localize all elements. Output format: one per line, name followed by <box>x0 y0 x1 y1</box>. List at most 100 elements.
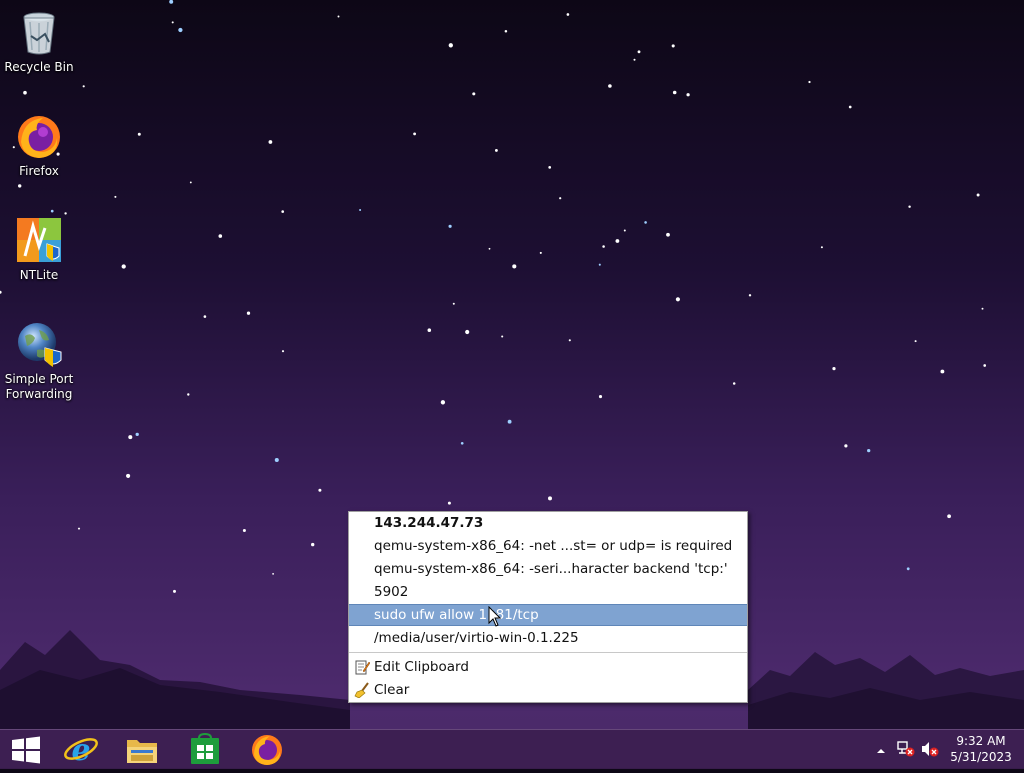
clipboard-entry-text: 5902 <box>374 584 409 600</box>
star <box>940 369 945 374</box>
broom-icon <box>354 682 370 699</box>
star <box>820 246 823 249</box>
star <box>171 21 174 24</box>
star <box>272 572 275 575</box>
desktop-icon-firefox[interactable]: Firefox <box>0 106 78 179</box>
star <box>637 50 641 54</box>
clock-date: 5/31/2023 <box>950 750 1012 764</box>
star <box>548 166 552 169</box>
star <box>906 567 910 571</box>
star <box>274 457 279 463</box>
clipboard-entry[interactable]: 5902 <box>349 581 747 603</box>
clock-time: 9:32 AM <box>956 734 1006 748</box>
file-explorer-button[interactable] <box>115 730 169 769</box>
star <box>615 239 620 243</box>
star <box>465 329 470 335</box>
volume-tray-button[interactable] <box>921 741 939 761</box>
star <box>548 496 552 501</box>
store-icon <box>191 732 219 764</box>
star <box>203 315 207 318</box>
network-disconnected-icon <box>897 741 915 757</box>
clipboard-entry[interactable]: 143.244.47.73 <box>349 512 747 534</box>
desktop-icon-label: Recycle Bin <box>4 60 74 74</box>
star <box>672 90 677 95</box>
star <box>832 367 836 371</box>
star <box>608 84 612 88</box>
star <box>602 245 605 248</box>
star <box>0 290 2 294</box>
firefox-icon <box>252 735 282 765</box>
taskbar: e 9:32 AM 5/31/2023 <box>0 729 1024 769</box>
desktop-icon-simple-port-forwarding[interactable]: Simple Port Forwarding <box>0 314 78 402</box>
star <box>686 93 690 97</box>
firefox-taskbar-button[interactable] <box>240 730 294 769</box>
menu-separator <box>349 652 747 653</box>
network-tray-button[interactable] <box>897 741 915 761</box>
clipboard-entry[interactable]: qemu-system-x86_64: -seri...haracter bac… <box>349 558 747 580</box>
clipboard-entry[interactable]: qemu-system-x86_64: -net ...st= or udp= … <box>349 535 747 557</box>
star <box>128 435 133 440</box>
internet-explorer-icon: e <box>64 733 98 768</box>
edit-clipboard-menu-item[interactable]: Edit Clipboard <box>349 656 747 678</box>
menu-item-label: Clear <box>374 682 410 698</box>
menu-item-label: Edit Clipboard <box>374 659 469 675</box>
svg-text:e: e <box>71 733 90 768</box>
internet-explorer-button[interactable]: e <box>54 730 108 769</box>
file-explorer-icon <box>127 740 157 763</box>
star <box>448 43 453 48</box>
clipboard-menu: 143.244.47.73 qemu-system-x86_64: -net .… <box>348 511 748 703</box>
desktop-icon-label: NTLite <box>19 268 59 282</box>
star <box>82 85 85 88</box>
desktop-icon-ntlite[interactable]: NTLite <box>0 210 78 283</box>
star <box>242 528 246 533</box>
chevron-up-icon <box>877 749 885 753</box>
star <box>281 210 285 213</box>
firefox-icon <box>15 112 63 160</box>
star <box>447 501 451 505</box>
star <box>337 15 340 18</box>
clipboard-entry-text: qemu-system-x86_64: -seri...haracter bac… <box>374 561 728 577</box>
desktop-icon-label: Simple Port Forwarding <box>4 372 74 401</box>
clipboard-entry-text: 143.244.47.73 <box>374 515 484 531</box>
star <box>359 209 362 211</box>
desktop-icon-recycle-bin[interactable]: Recycle Bin <box>0 2 78 75</box>
star <box>311 542 315 547</box>
star <box>914 340 917 343</box>
star <box>983 364 987 367</box>
clipboard-entry[interactable]: /media/user/virtio-win-0.1.225 <box>349 627 747 649</box>
star <box>268 140 273 144</box>
mouse-cursor-icon <box>488 606 502 627</box>
clipboard-entry-highlighted[interactable]: sudo ufw allow 1181/tcp <box>349 604 747 626</box>
star <box>848 105 852 109</box>
star <box>189 181 192 184</box>
desktop-icon-label: Firefox <box>19 164 59 178</box>
star <box>413 132 417 136</box>
globe-shield-icon <box>15 320 63 368</box>
star <box>452 302 455 305</box>
star <box>126 473 131 478</box>
star <box>114 195 117 198</box>
star <box>671 44 675 48</box>
star <box>472 92 476 96</box>
clear-menu-item[interactable]: Clear <box>349 679 747 701</box>
star <box>318 488 322 492</box>
start-button[interactable] <box>0 730 54 769</box>
star <box>135 432 139 437</box>
star <box>246 311 251 315</box>
clipboard-entry-text: sudo ufw allow 1181/tcp <box>374 607 539 623</box>
star <box>559 197 562 200</box>
store-button[interactable] <box>178 730 232 769</box>
star <box>440 400 446 405</box>
taskbar-clock[interactable]: 9:32 AM 5/31/2023 <box>948 733 1014 765</box>
show-hidden-icons-button[interactable] <box>875 742 887 761</box>
star <box>178 27 183 33</box>
star <box>507 419 512 424</box>
clipboard-entry-text: qemu-system-x86_64: -net ...st= or udp= … <box>374 538 733 554</box>
star <box>976 193 980 197</box>
star <box>281 350 285 353</box>
star <box>598 395 603 399</box>
star <box>644 221 647 224</box>
star <box>121 264 126 269</box>
notepad-edit-icon <box>354 659 371 675</box>
star <box>867 448 871 453</box>
